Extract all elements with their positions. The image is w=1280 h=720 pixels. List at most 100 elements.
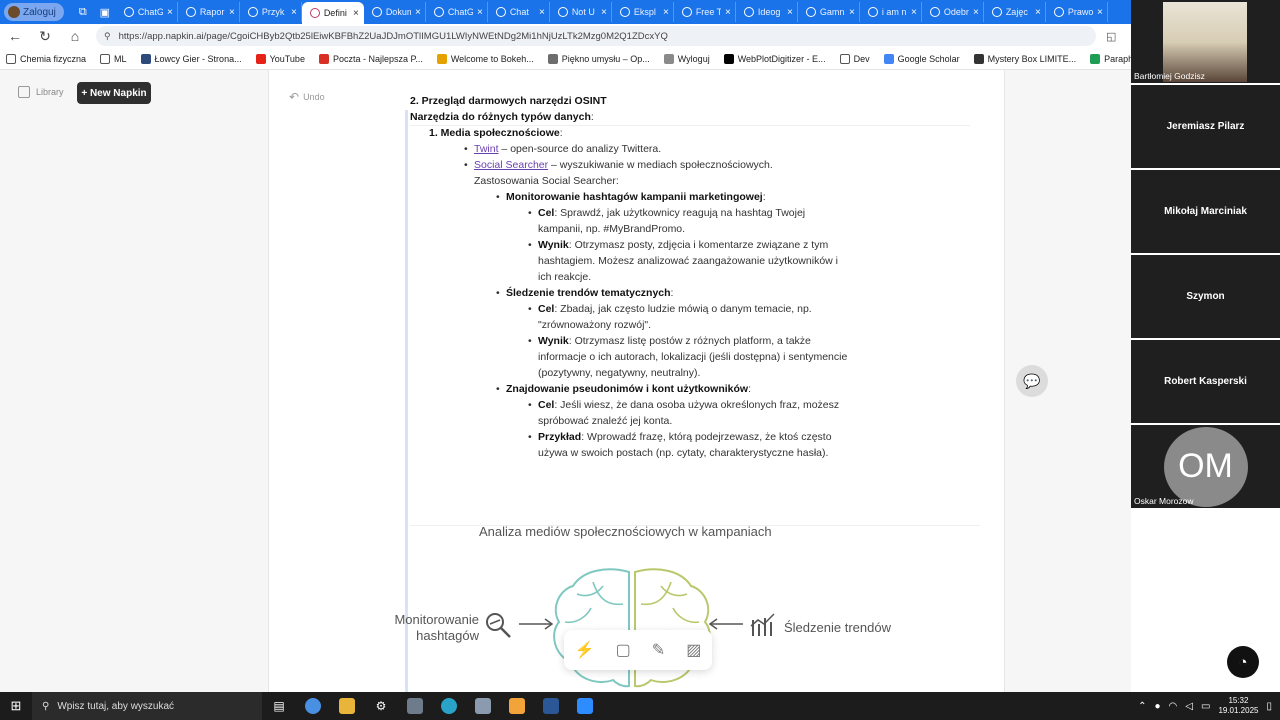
- tab-close-icon[interactable]: ×: [663, 7, 669, 18]
- tab-search-icon[interactable]: ⧉: [72, 2, 94, 22]
- bookmark-item[interactable]: Łowcy Gier - Strona...: [140, 53, 242, 64]
- tab-close-icon[interactable]: ×: [539, 7, 545, 18]
- bookmark-item[interactable]: WebPlotDigitizer - E...: [723, 53, 826, 64]
- tab-close-icon[interactable]: ×: [973, 7, 979, 18]
- bookmark-item[interactable]: ML: [100, 53, 127, 64]
- list-item-goal[interactable]: Cel: Zbadaj, jak często ludzie mówią o d…: [528, 302, 812, 316]
- bookmark-item[interactable]: Google Scholar: [883, 53, 960, 64]
- list-item-result-cont[interactable]: informacje o ich autorach, lokalizacji (…: [538, 350, 847, 364]
- list-item-goal[interactable]: Cel: Jeśli wiesz, że dana osoba używa ok…: [528, 398, 839, 412]
- browser-tab[interactable]: Dokum ×: [364, 2, 426, 22]
- list-item-result-cont[interactable]: (pozytywny, negatywny, neutralny).: [538, 366, 700, 380]
- browser-tab[interactable]: ChatG ×: [116, 2, 178, 22]
- tab-close-icon[interactable]: ×: [725, 7, 731, 18]
- tab-close-icon[interactable]: ×: [353, 8, 359, 19]
- library-button[interactable]: Library: [18, 86, 64, 98]
- taskbar-search[interactable]: ⚲ Wpisz tutaj, aby wyszukać: [32, 692, 262, 720]
- browser-tab[interactable]: Gamn ×: [798, 2, 860, 22]
- help-chat-icon[interactable]: ◔: [1227, 646, 1259, 678]
- participant-tile[interactable]: Robert Kasperski: [1131, 340, 1280, 423]
- volume-icon[interactable]: ◁: [1185, 701, 1193, 712]
- document-canvas[interactable]: ↶ Undo 2. Przegląd darmowych narzędzi OS…: [268, 70, 1005, 692]
- list-item-result[interactable]: Wynik: Otrzymasz listę postów z różnych …: [528, 334, 811, 348]
- list-item-example[interactable]: Przykład: Wprowadź frazę, którą podejrze…: [528, 430, 832, 444]
- section-heading[interactable]: 2. Przegląd darmowych narzędzi OSINT: [410, 94, 607, 108]
- tab-close-icon[interactable]: ×: [787, 7, 793, 18]
- tools-subheading[interactable]: Narzędzia do różnych typów danych:: [410, 110, 594, 124]
- task-view-icon[interactable]: ▤: [262, 692, 296, 720]
- reload-icon[interactable]: ↻: [30, 24, 60, 48]
- new-napkin-button[interactable]: + New Napkin: [77, 82, 151, 104]
- extensions-icon[interactable]: ◱: [1106, 30, 1116, 43]
- home-icon[interactable]: ⌂: [60, 24, 90, 48]
- bookmark-item[interactable]: Dev: [839, 53, 870, 64]
- list-item-result-cont[interactable]: hashtagiem. Możesz analizować zaangażowa…: [538, 254, 838, 268]
- notifications-icon[interactable]: ▯: [1266, 701, 1272, 712]
- list-item-hashtag-monitoring[interactable]: Monitorowanie hashtagów kampanii marketi…: [496, 190, 766, 204]
- list-item-goal-cont[interactable]: "zrównoważony rozwój".: [538, 318, 651, 332]
- list-item-social-searcher[interactable]: Social Searcher – wyszukiwanie w mediach…: [464, 158, 773, 172]
- list-item-goal-cont[interactable]: spróbować znaleźć jej konta.: [538, 414, 672, 428]
- list-item-result-cont[interactable]: ich reakcje.: [538, 270, 591, 284]
- address-bar[interactable]: ⚲ https://app.napkin.ai/page/CgoiCHByb2Q…: [96, 26, 1096, 46]
- zoom-icon[interactable]: [568, 692, 602, 720]
- browser-tab[interactable]: Not U ×: [550, 2, 612, 22]
- clock[interactable]: 15:32 19.01.2025: [1218, 696, 1258, 716]
- text-frame-icon[interactable]: ▢: [616, 640, 631, 660]
- browser-tab[interactable]: Chat ×: [488, 2, 550, 22]
- bookmark-item[interactable]: Mystery Box LIMITE...: [973, 53, 1076, 64]
- list-item-twint[interactable]: Twint – open-source do analizy Twittera.: [464, 142, 661, 156]
- workspace-icon[interactable]: ▣: [94, 2, 116, 22]
- browser-tab[interactable]: ChatG ×: [426, 2, 488, 22]
- applications-label[interactable]: Zastosowania Social Searcher:: [474, 174, 619, 188]
- list-item-goal[interactable]: Cel: Sprawdź, jak użytkownicy reagują na…: [528, 206, 805, 220]
- list-item-social-media[interactable]: 1. Media społecznościowe:: [429, 126, 563, 140]
- browser-tab[interactable]: Odebr ×: [922, 2, 984, 22]
- app-icon[interactable]: [398, 692, 432, 720]
- battery-icon[interactable]: ▭: [1201, 701, 1210, 712]
- app-icon[interactable]: [500, 692, 534, 720]
- edge-icon[interactable]: [432, 692, 466, 720]
- tab-close-icon[interactable]: ×: [1035, 7, 1041, 18]
- list-item-find-accounts[interactable]: Znajdowanie pseudonimów i kont użytkowni…: [496, 382, 751, 396]
- chevron-up-icon[interactable]: ⌃: [1138, 701, 1146, 712]
- participant-tile[interactable]: Szymon: [1131, 255, 1280, 338]
- site-info-icon[interactable]: ⚲: [104, 31, 111, 42]
- browser-tab[interactable]: Ekspl ×: [612, 2, 674, 22]
- bookmark-item[interactable]: Wyloguj: [663, 53, 710, 64]
- bookmark-item[interactable]: Poczta - Najlepsza P...: [318, 53, 423, 64]
- app-icon[interactable]: [466, 692, 500, 720]
- list-item-trend-tracking[interactable]: Śledzenie trendów tematycznych:: [496, 286, 673, 300]
- browser-tab[interactable]: Defini ×: [301, 2, 364, 24]
- profile-button[interactable]: Zaloguj: [4, 3, 64, 21]
- lightning-icon[interactable]: ⚡: [575, 640, 595, 660]
- participant-tile[interactable]: OM Oskar Morozow: [1131, 425, 1280, 508]
- undo-button[interactable]: ↶ Undo: [289, 90, 325, 104]
- network-icon[interactable]: ◠: [1169, 701, 1178, 712]
- chrome-icon[interactable]: [296, 692, 330, 720]
- file-explorer-icon[interactable]: [330, 692, 364, 720]
- bookmark-item[interactable]: Welcome to Bokeh...: [436, 53, 534, 64]
- list-item-goal-cont[interactable]: kampanii, np. #MyBrandPromo.: [538, 222, 685, 236]
- windows-start-icon[interactable]: ⊞: [0, 692, 32, 720]
- tab-close-icon[interactable]: ×: [291, 7, 297, 18]
- diagram-label-right[interactable]: Śledzenie trendów: [784, 620, 891, 635]
- tab-close-icon[interactable]: ×: [601, 7, 607, 18]
- list-item-result[interactable]: Wynik: Otrzymasz posty, zdjęcia i koment…: [528, 238, 828, 252]
- bookmark-item[interactable]: Piękno umysłu – Op...: [547, 53, 650, 64]
- participant-tile[interactable]: Bartłomiej Godzisz: [1131, 0, 1280, 83]
- browser-tab[interactable]: Free T ×: [674, 2, 736, 22]
- diagram-label-left[interactable]: Monitorowanie hashtagów: [379, 612, 479, 644]
- diagram-title[interactable]: Analiza mediów społecznościowych w kampa…: [479, 524, 772, 539]
- participant-tile[interactable]: Jeremiasz Pilarz: [1131, 85, 1280, 168]
- pencil-icon[interactable]: ✎: [652, 640, 665, 660]
- tab-close-icon[interactable]: ×: [229, 7, 235, 18]
- tab-close-icon[interactable]: ×: [415, 7, 421, 18]
- back-arrow-icon[interactable]: ←: [0, 24, 30, 48]
- settings-gear-icon[interactable]: ⚙: [364, 692, 398, 720]
- tab-close-icon[interactable]: ×: [911, 7, 917, 18]
- browser-tab[interactable]: i am n ×: [860, 2, 922, 22]
- bookmark-item[interactable]: YouTube: [255, 53, 305, 64]
- tab-close-icon[interactable]: ×: [1097, 7, 1103, 18]
- participant-tile[interactable]: Mikołaj Marciniak: [1131, 170, 1280, 253]
